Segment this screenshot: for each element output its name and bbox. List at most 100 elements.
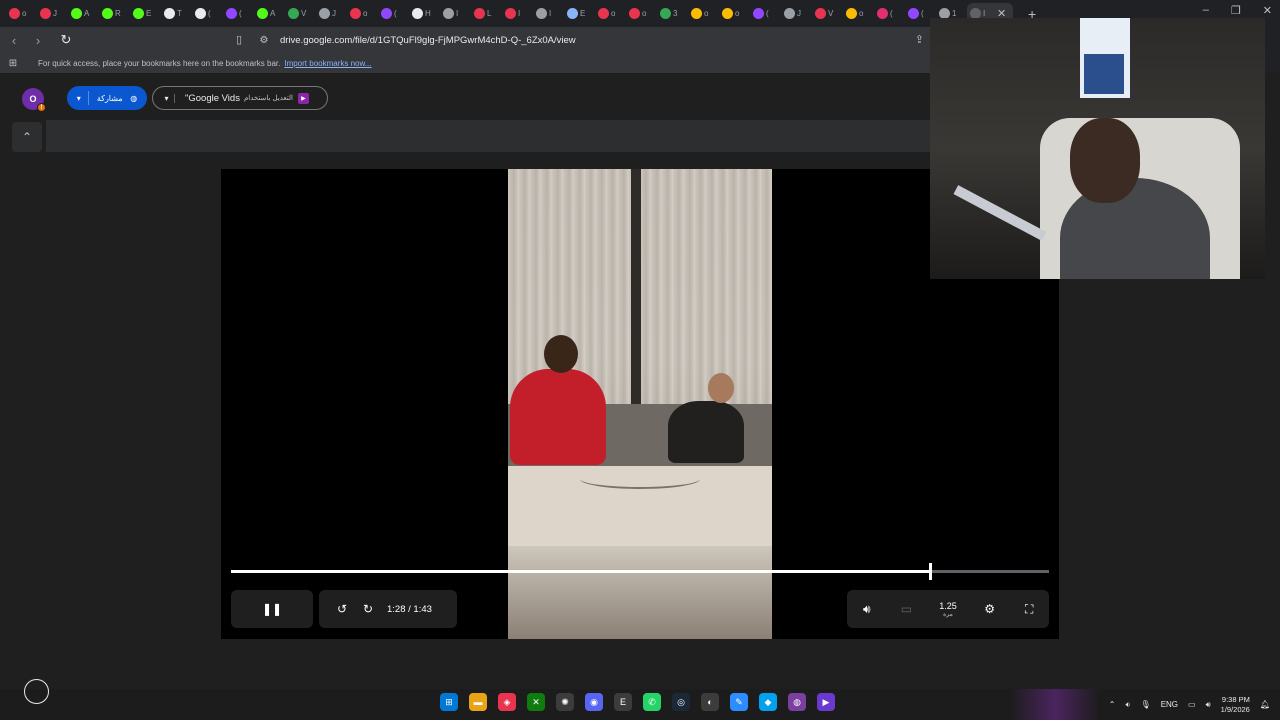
share-divider xyxy=(88,91,90,105)
share-dropdown-icon[interactable]: ▾ xyxy=(77,94,81,103)
browser-tab[interactable]: T xyxy=(161,3,189,25)
browser-tab[interactable]: o xyxy=(347,3,375,25)
tab-favicon-icon xyxy=(257,8,268,19)
app-icon[interactable]: ◆ xyxy=(759,693,777,711)
speaker-tray-icon[interactable]: 🔉︎ xyxy=(1125,700,1130,710)
close-window-icon[interactable]: ✕ xyxy=(1263,4,1272,17)
brave-browser-icon[interactable]: ◈ xyxy=(498,693,516,711)
tab-title: ( xyxy=(766,9,769,18)
browser-tab[interactable]: ( xyxy=(192,3,220,25)
whatsapp-icon[interactable]: ✆ xyxy=(643,693,661,711)
vids-dropdown-icon[interactable]: ▾ xyxy=(159,93,175,103)
epic-games-icon[interactable]: E xyxy=(614,693,632,711)
browser-tab[interactable]: I xyxy=(533,3,561,25)
xbox-icon[interactable]: ✕ xyxy=(527,693,545,711)
browser-tab[interactable]: A xyxy=(254,3,282,25)
notifications-bell-icon[interactable]: 🔔︎ xyxy=(1260,700,1270,709)
tab-favicon-icon xyxy=(164,8,175,19)
display-tray-icon[interactable]: ▭ xyxy=(1188,700,1196,709)
browser-tab[interactable]: L xyxy=(471,3,499,25)
forward-icon[interactable]: › xyxy=(28,33,48,48)
apps-grid-icon[interactable]: ⊞ xyxy=(0,58,26,69)
chatgpt-icon[interactable]: ✺ xyxy=(556,693,574,711)
assistant-circle-icon[interactable] xyxy=(24,679,49,704)
tab-favicon-icon xyxy=(846,8,857,19)
volume-tray-icon[interactable]: 🔊︎ xyxy=(1206,700,1211,710)
volume-icon[interactable]: 🔊︎ xyxy=(854,602,880,617)
webcam-overlay xyxy=(930,18,1265,279)
collapse-header-button[interactable]: ⌃ xyxy=(12,122,42,152)
tab-title: J xyxy=(53,9,57,18)
browser-tab[interactable]: H xyxy=(409,3,437,25)
tab-favicon-icon xyxy=(381,8,392,19)
minimize-icon[interactable]: – xyxy=(1203,4,1209,17)
tab-title: V xyxy=(828,9,834,18)
browser-tab[interactable]: E xyxy=(130,3,158,25)
address-bar[interactable]: ⚙ drive.google.com/file/d/1GTQuFl9glg-Fj… xyxy=(254,30,924,50)
rewind-10-icon[interactable]: ↺ xyxy=(329,602,355,616)
avatar[interactable]: O ! xyxy=(22,88,46,112)
import-bookmarks-link[interactable]: Import bookmarks now... xyxy=(284,59,371,68)
captions-icon[interactable]: ▭ xyxy=(893,602,919,616)
mic-tray-icon[interactable]: 🎙︎ xyxy=(1141,700,1151,709)
bookmark-icon[interactable]: ▯ xyxy=(236,33,242,46)
arrow-app-icon[interactable]: ▶ xyxy=(817,693,835,711)
share-button[interactable]: ▾ مشاركة ◍ xyxy=(67,86,147,110)
video-person-head-2 xyxy=(708,373,734,403)
browser-tab[interactable]: o xyxy=(688,3,716,25)
seek-bar[interactable] xyxy=(231,563,1049,580)
browser-tab[interactable]: ( xyxy=(750,3,778,25)
tab-favicon-icon xyxy=(815,8,826,19)
fullscreen-icon[interactable]: ⛶ xyxy=(1016,602,1042,617)
browser-tab[interactable]: o xyxy=(595,3,623,25)
browser-tab[interactable]: o xyxy=(719,3,747,25)
browser-tab[interactable]: ( xyxy=(378,3,406,25)
tray-chevron-icon[interactable]: ⌃ xyxy=(1109,700,1116,709)
browser-tab[interactable]: J xyxy=(781,3,809,25)
browser-tab[interactable]: o xyxy=(843,3,871,25)
restore-icon[interactable]: ❐ xyxy=(1231,4,1241,17)
browser-tab[interactable]: I xyxy=(440,3,468,25)
time-display: 1:28 / 1:43 xyxy=(387,603,432,615)
browser-tab[interactable]: E xyxy=(564,3,592,25)
browser-tab[interactable]: V xyxy=(812,3,840,25)
browser-tab[interactable]: ( xyxy=(874,3,902,25)
browser-tab[interactable]: ( xyxy=(223,3,251,25)
forward-10-icon[interactable]: ↻ xyxy=(355,602,381,616)
playback-speed-button[interactable]: 1.25 مرة xyxy=(933,601,963,618)
site-info-icon[interactable]: ⚙ xyxy=(254,35,274,46)
back-icon[interactable]: ‹ xyxy=(4,33,24,48)
browser-tab[interactable]: J xyxy=(37,3,65,25)
tab-title: H xyxy=(425,9,431,18)
reload-icon[interactable]: ↻ xyxy=(56,32,76,48)
browser-tab[interactable]: ( xyxy=(905,3,933,25)
share-page-icon[interactable]: ⇪ xyxy=(915,33,924,46)
seek-handle[interactable] xyxy=(928,563,932,580)
browser-tab[interactable]: o xyxy=(6,3,34,25)
language-indicator[interactable]: ENG xyxy=(1161,700,1178,709)
clock[interactable]: 9:38 PM 1/9/2026 xyxy=(1221,695,1250,715)
tab-title: J xyxy=(332,9,336,18)
settings-gear-icon[interactable]: ⚙ xyxy=(977,602,1003,616)
browser-tab[interactable]: R xyxy=(99,3,127,25)
windows-start-icon[interactable]: ⊞ xyxy=(440,693,458,711)
browser-tab[interactable]: 3 xyxy=(657,3,685,25)
discord-icon[interactable]: ◉ xyxy=(585,693,603,711)
browser-tab[interactable]: o xyxy=(626,3,654,25)
edit-with-vids-button[interactable]: ▾ "Google Vids التعديل باستخدام ▶ xyxy=(152,86,328,110)
file-explorer-icon[interactable]: ▬ xyxy=(469,693,487,711)
tab-favicon-icon xyxy=(102,8,113,19)
browser-tab[interactable]: J xyxy=(316,3,344,25)
browser-tab[interactable]: V xyxy=(285,3,313,25)
browser-tab[interactable]: A xyxy=(68,3,96,25)
obs-icon[interactable]: ◐ xyxy=(701,693,719,711)
steam-icon[interactable]: ◎ xyxy=(672,693,690,711)
vids-arabic-label: التعديل باستخدام xyxy=(243,95,293,102)
settings-controls: 🔊︎ ▭ 1.25 مرة ⚙ ⛶ xyxy=(847,590,1049,628)
browser-tab[interactable]: I xyxy=(502,3,530,25)
editor-app-icon[interactable]: ✎ xyxy=(730,693,748,711)
pause-icon[interactable]: ❚❚ xyxy=(259,602,285,616)
tab-title: o xyxy=(611,9,616,18)
streaming-app-icon[interactable]: ◍ xyxy=(788,693,806,711)
tab-title: J xyxy=(797,9,801,18)
